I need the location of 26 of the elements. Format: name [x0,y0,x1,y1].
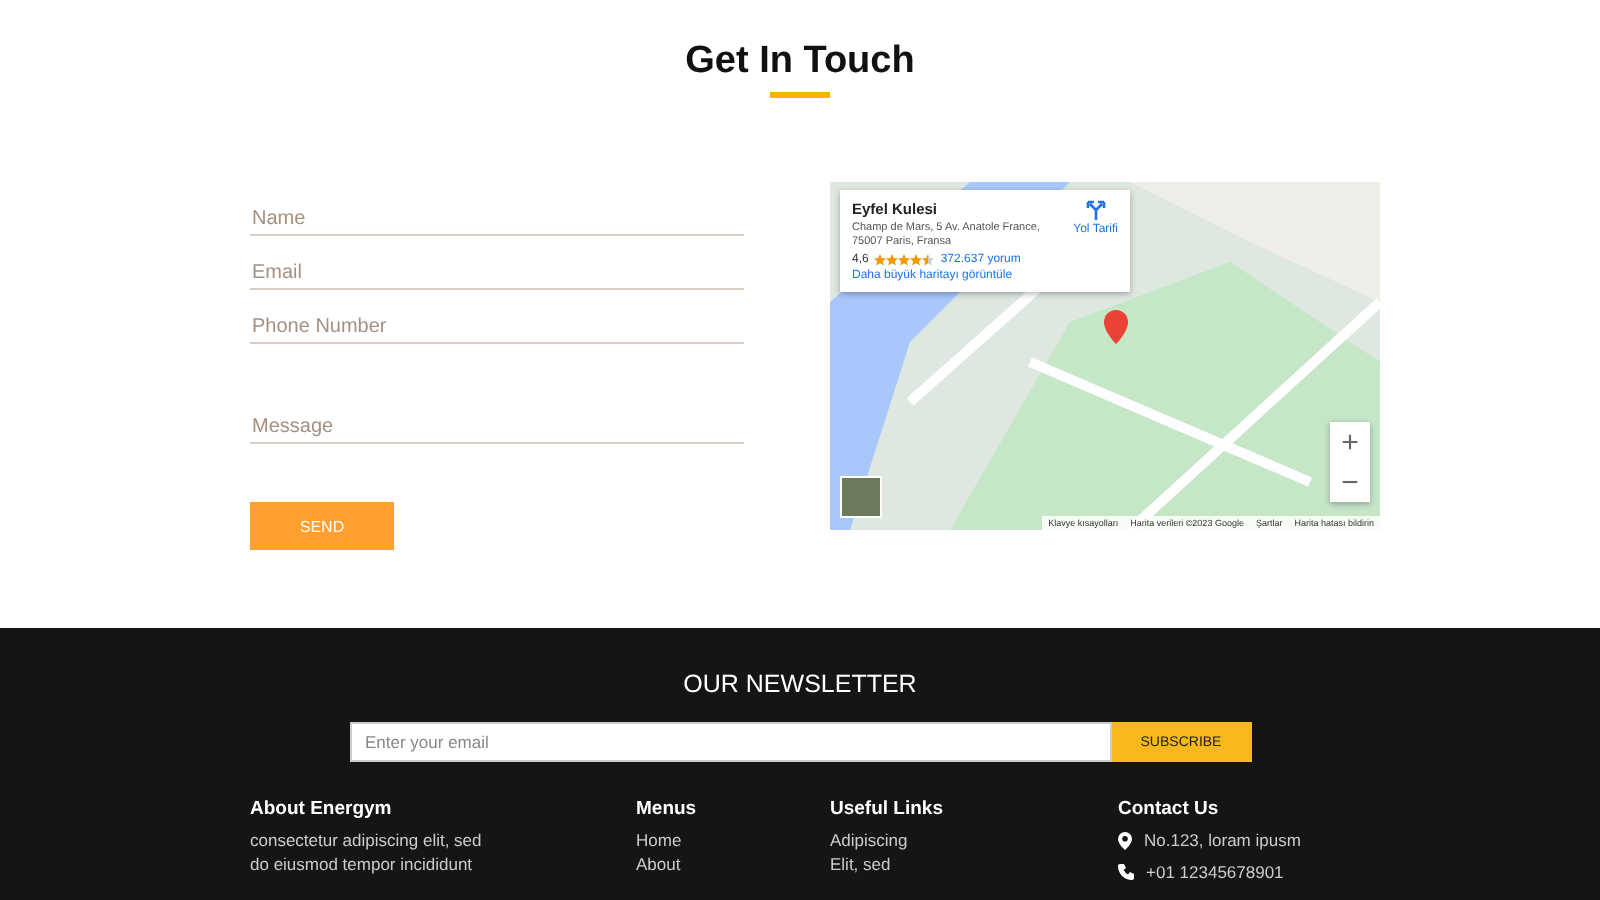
location-pin-icon [1118,831,1132,849]
text-field[interactable]: Name [250,204,744,236]
zoom-out-button[interactable]: − [1330,462,1370,502]
title-underline [770,92,830,98]
footer-heading: About Energym [250,798,394,820]
directions-icon [1085,200,1106,220]
footer-link[interactable]: Elit, sed [830,852,1118,876]
footer-heading: Menus [636,798,699,820]
footer-heading: Useful Links [830,798,945,820]
about-text: do eiusmod tempor incididunt [250,852,475,876]
footer-link[interactable]: Adipiscing [830,828,1118,852]
section-title: Get In Touch [683,38,917,84]
phone-icon [1118,864,1134,880]
contact-text: No.123, loram ipusm [1144,828,1301,852]
zoom-in-button[interactable]: + [1330,422,1370,462]
message-field[interactable]: Message [250,412,744,444]
footer-link[interactable]: About [636,852,830,876]
footer-link[interactable]: Home [636,828,830,852]
satellite-thumbnail[interactable] [840,476,882,518]
email-field[interactable]: Enter your email [349,722,1111,762]
text-field[interactable]: Phone Number [250,312,744,344]
newsletter-title: OUR NEWSLETTER [681,668,919,698]
about-text: consectetur adipiscing elit, sed [250,828,484,852]
contact-text: +01 12345678901 [1146,860,1284,884]
text-field[interactable]: Email [250,258,744,290]
footer-heading: Contact Us [1118,798,1221,820]
